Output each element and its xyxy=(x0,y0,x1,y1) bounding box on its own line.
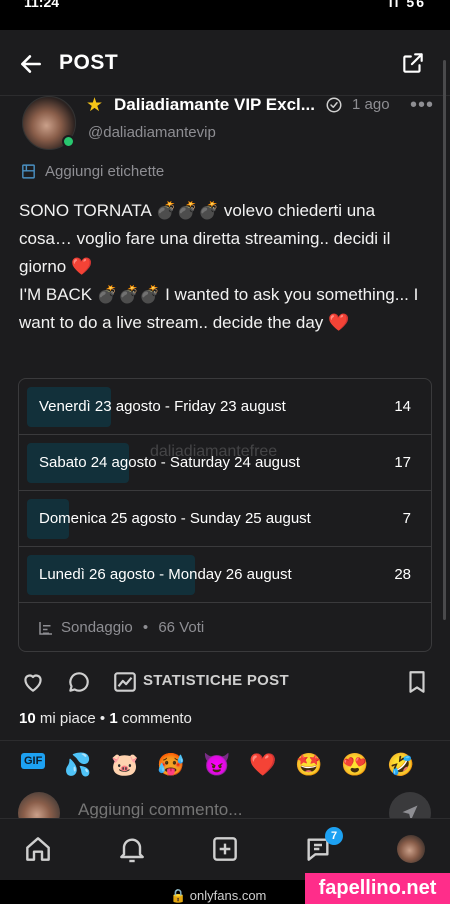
author-name[interactable]: Daliadiamante VIP Excl... xyxy=(114,95,322,115)
emoji-rofl[interactable]: 🤣 xyxy=(387,752,414,778)
poll-meta: Sondaggio • 66 Voti xyxy=(61,619,204,636)
author-handle[interactable]: @daliadiamantevip xyxy=(88,124,216,141)
more-options-icon[interactable]: ••• xyxy=(410,94,434,117)
likes-count[interactable]: 10 xyxy=(19,710,36,727)
post-stats-link[interactable]: STATISTICHE POST xyxy=(143,672,289,689)
emoji-sweat-droplets[interactable]: 💦 xyxy=(64,752,91,778)
creator-watermark: daliadiamantefree xyxy=(150,443,278,460)
commenter-avatar xyxy=(18,792,60,820)
profile-avatar[interactable] xyxy=(397,835,425,863)
status-time: 11:24 xyxy=(24,0,60,10)
heart-icon[interactable] xyxy=(20,669,46,695)
notifications-bell-icon[interactable] xyxy=(116,833,148,865)
poll-option-votes: 17 xyxy=(394,454,411,471)
bottom-nav: 7 xyxy=(0,818,450,880)
post-text-italian: SONO TORNATA 💣💣💣 volevo chiederti una co… xyxy=(19,201,396,276)
emoji-hot-face[interactable]: 🥵 xyxy=(157,752,184,778)
brand-watermark: fapellino.net xyxy=(305,873,450,904)
poll-option-label: Venerdì 23 agosto - Friday 23 august xyxy=(39,398,286,415)
poll-option-votes: 7 xyxy=(402,510,411,527)
comment-bar xyxy=(0,790,450,820)
poll-option-label: Lunedì 26 agosto - Monday 26 august xyxy=(39,566,292,583)
bookmark-icon[interactable] xyxy=(404,669,430,695)
chart-icon[interactable] xyxy=(112,669,138,695)
status-bar: 11:24 ıl 56 xyxy=(0,0,450,30)
tag-icon[interactable] xyxy=(20,163,37,180)
send-button[interactable] xyxy=(389,792,431,820)
comment-input[interactable] xyxy=(78,800,378,820)
likes-text: mi piace xyxy=(35,710,96,727)
home-icon[interactable] xyxy=(22,833,54,865)
emoji-star-struck[interactable]: 🤩 xyxy=(295,752,322,778)
browser-url: 🔒 onlyfans.com xyxy=(170,888,267,903)
post-time: 1 ago xyxy=(352,96,390,113)
poll-footer: Sondaggio • 66 Voti xyxy=(19,603,431,651)
engagement-summary: 10 mi piace • 1 commento xyxy=(19,710,192,727)
poll-type-label: Sondaggio xyxy=(61,619,133,636)
engagement-separator: • xyxy=(95,710,110,727)
add-post-icon[interactable] xyxy=(209,833,241,865)
post-text: SONO TORNATA 💣💣💣 volevo chiederti una co… xyxy=(19,197,431,337)
page-title: POST xyxy=(59,51,119,74)
poll-icon xyxy=(39,622,52,635)
star-icon: ★ xyxy=(86,95,104,116)
online-status-dot xyxy=(62,135,75,148)
post-text-english: I'M BACK 💣💣💣 I wanted to ask you somethi… xyxy=(19,285,424,332)
comments-text: commento xyxy=(117,710,192,727)
status-system-icons: ıl 56 xyxy=(388,0,426,10)
app-bar: POST xyxy=(0,30,450,96)
poll-option[interactable]: Lunedì 26 agosto - Monday 26 august 28 xyxy=(19,547,431,603)
poll-option-votes: 14 xyxy=(394,398,411,415)
emoji-bar: 💦 🐷 🥵 😈 ❤️ 🤩 😍 🤣 xyxy=(0,740,450,788)
share-icon[interactable] xyxy=(400,50,426,76)
messages-badge: 7 xyxy=(325,827,343,845)
poll-meta-separator: • xyxy=(142,619,149,636)
poll-votes-total: 66 Voti xyxy=(158,619,205,636)
poll-option[interactable]: Venerdì 23 agosto - Friday 23 august 14 xyxy=(19,379,431,435)
add-tags-link[interactable]: Aggiungi etichette xyxy=(45,163,164,180)
back-arrow-icon[interactable] xyxy=(18,51,44,77)
gif-button[interactable]: GIF xyxy=(21,753,46,769)
poll-option-label: Domenica 25 agosto - Sunday 25 august xyxy=(39,510,311,527)
emoji-heart-eyes[interactable]: 😍 xyxy=(341,752,368,778)
post-actions: STATISTICHE POST xyxy=(0,664,450,700)
verified-icon xyxy=(326,97,342,113)
poll-option-votes: 28 xyxy=(394,566,411,583)
comment-bubble-icon[interactable] xyxy=(66,669,92,695)
emoji-smiling-devil[interactable]: 😈 xyxy=(203,752,230,778)
scrollbar[interactable] xyxy=(443,60,446,620)
emoji-red-heart[interactable]: ❤️ xyxy=(249,752,276,778)
emoji-pig-face[interactable]: 🐷 xyxy=(111,752,138,778)
poll-option[interactable]: Domenica 25 agosto - Sunday 25 august 7 xyxy=(19,491,431,547)
comments-count[interactable]: 1 xyxy=(109,710,117,727)
poll: Venerdì 23 agosto - Friday 23 august 14 … xyxy=(18,378,432,652)
